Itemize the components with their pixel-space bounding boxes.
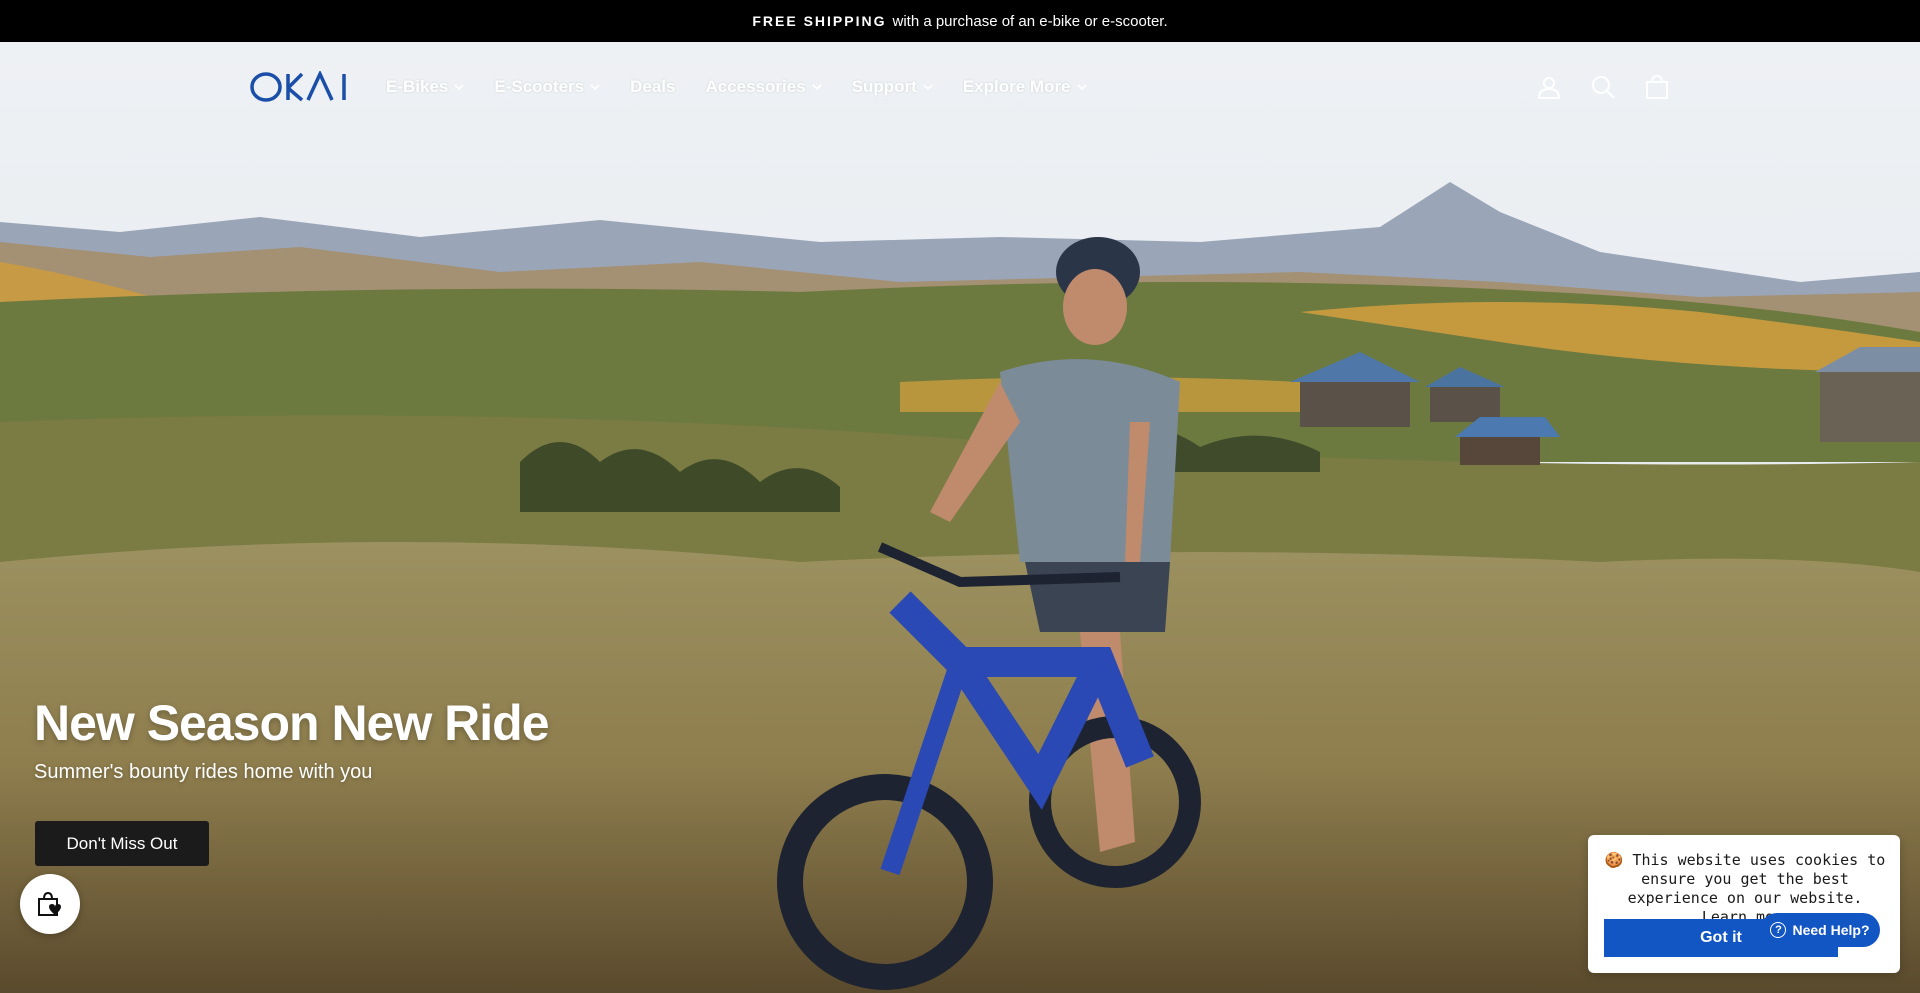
nav-label: Explore More xyxy=(962,77,1071,96)
main-nav: E-Bikes E-Scooters Deals Accessories Sup… xyxy=(386,77,1117,97)
nav-item-accessories[interactable]: Accessories xyxy=(706,77,822,97)
okai-logo[interactable] xyxy=(250,67,352,107)
announcement-bar: FREE SHIPPING with a purchase of an e-bi… xyxy=(0,0,1920,42)
need-help-label: Need Help? xyxy=(1792,922,1870,938)
nav-label: E-Bikes xyxy=(386,77,449,96)
nav-item-explore-more[interactable]: Explore More xyxy=(963,77,1087,97)
chevron-down-icon xyxy=(454,84,465,91)
announcement-strong: FREE SHIPPING xyxy=(752,13,887,29)
nav-item-e-bikes[interactable]: E-Bikes xyxy=(386,77,465,97)
nav-label: Support xyxy=(851,77,917,96)
hero-subtitle: Summer's bounty rides home with you xyxy=(34,761,373,783)
header-icons xyxy=(1536,42,1670,132)
question-icon: ? xyxy=(1770,922,1787,938)
site-header: E-Bikes E-Scooters Deals Accessories Sup… xyxy=(0,42,1920,132)
cart-icon[interactable] xyxy=(1644,74,1670,100)
logo-icon xyxy=(250,71,346,102)
nav-label: E-Scooters xyxy=(494,77,585,96)
nav-item-e-scooters[interactable]: E-Scooters xyxy=(494,77,600,97)
dont-miss-out-button[interactable]: Don't Miss Out xyxy=(35,821,209,866)
search-icon[interactable] xyxy=(1590,74,1616,100)
chevron-down-icon xyxy=(923,84,933,91)
chevron-down-icon xyxy=(590,84,600,91)
chevron-down-icon xyxy=(1076,84,1087,91)
announcement-text: with a purchase of an e-bike or e-scoote… xyxy=(892,12,1168,30)
wishlist-bag-button[interactable] xyxy=(20,874,80,934)
account-icon[interactable] xyxy=(1536,74,1562,100)
shopping-bag-heart-icon xyxy=(38,891,61,916)
cookie-banner: 🍪 This website uses cookies to ensure yo… xyxy=(1588,835,1900,973)
hero-title: New Season New Ride xyxy=(34,695,549,751)
cookie-text: This website uses cookies to ensure you … xyxy=(1627,851,1886,907)
chevron-down-icon xyxy=(812,84,822,91)
nav-item-support[interactable]: Support xyxy=(852,77,933,97)
nav-label: Deals xyxy=(630,77,676,96)
nav-item-deals[interactable]: Deals xyxy=(630,77,675,97)
hero-text: New Season New Ride Summer's bounty ride… xyxy=(34,696,549,784)
cookie-emoji: 🍪 xyxy=(1604,851,1624,869)
nav-label: Accessories xyxy=(705,77,806,96)
need-help-button[interactable]: ? Need Help? xyxy=(1760,913,1880,947)
